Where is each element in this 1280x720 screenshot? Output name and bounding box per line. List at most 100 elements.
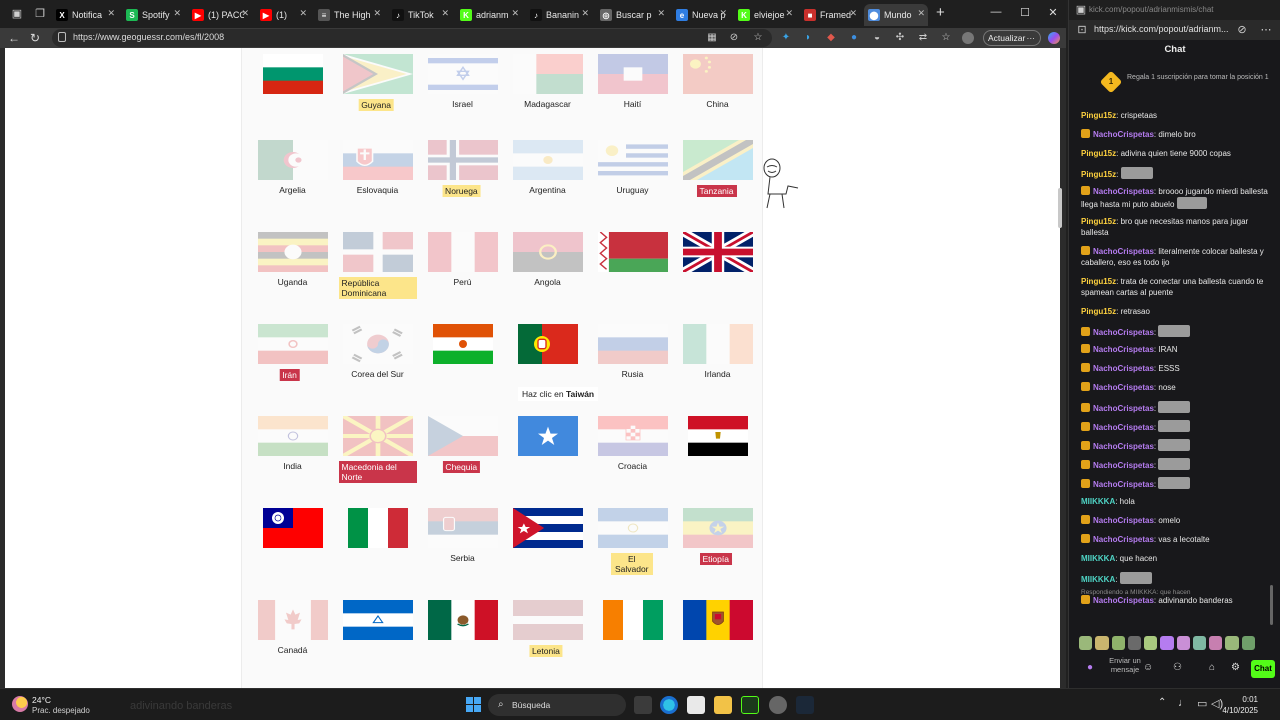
tab-close-icon[interactable]: ✕ bbox=[657, 8, 665, 19]
flag-card-italy[interactable] bbox=[330, 506, 415, 598]
maximize-icon[interactable]: ☐ bbox=[1018, 6, 1032, 19]
page-scrollbar[interactable] bbox=[1058, 188, 1062, 228]
flag-card-peru[interactable]: Perú bbox=[415, 230, 500, 322]
extensions-puzzle-icon[interactable]: ✣ bbox=[894, 32, 906, 44]
emote-icon[interactable] bbox=[1209, 636, 1223, 650]
chat-message[interactable]: NachoCrispetas: ESSS bbox=[1081, 363, 1271, 374]
emote-icon[interactable] bbox=[1160, 636, 1174, 650]
clock-date[interactable]: 4/10/2025 bbox=[1214, 706, 1258, 715]
tab-close-icon[interactable]: ✕ bbox=[241, 8, 249, 19]
tab-close-icon[interactable]: ✕ bbox=[917, 8, 925, 19]
chat-message[interactable]: NachoCrispetas: bbox=[1081, 325, 1271, 338]
flag-card-uruguay[interactable]: Uruguay bbox=[585, 138, 670, 230]
chat-message[interactable]: Pingu15z: trata de conectar una ballesta… bbox=[1081, 276, 1271, 298]
tab-spotify[interactable]: S Spotify ✕ bbox=[122, 4, 184, 26]
tray-expand-icon[interactable]: ⌃ bbox=[1158, 697, 1166, 708]
extension-icon[interactable]: ◒ bbox=[871, 32, 883, 44]
emote-icon[interactable] bbox=[1144, 636, 1158, 650]
weather-icon[interactable] bbox=[12, 696, 28, 712]
app-taskbar-icon[interactable] bbox=[769, 696, 787, 714]
chat-message[interactable]: NachoCrispetas: dimelo bro bbox=[1081, 129, 1271, 140]
copilot-icon[interactable] bbox=[1048, 32, 1060, 44]
close-window-icon[interactable]: ✕ bbox=[1046, 6, 1060, 19]
weather-description[interactable]: Prac. despejado bbox=[32, 706, 90, 715]
tab-close-icon[interactable]: ✕ bbox=[719, 8, 727, 19]
flag-card-guyana[interactable]: Guyana bbox=[330, 52, 415, 144]
flag-card-china[interactable]: China bbox=[670, 52, 755, 144]
chat-message[interactable]: NachoCrispetas: bbox=[1081, 401, 1271, 414]
steam-taskbar-icon[interactable] bbox=[796, 696, 814, 714]
chat-username[interactable]: NachoCrispetas bbox=[1093, 480, 1154, 489]
flag-card-somalia[interactable] bbox=[500, 414, 585, 506]
chat-username[interactable]: Pingu15z bbox=[1081, 217, 1116, 226]
chat-username[interactable]: NachoCrispetas bbox=[1093, 461, 1154, 470]
flag-card-india[interactable]: India bbox=[245, 414, 330, 506]
favorites-icon[interactable]: ☆ bbox=[940, 32, 952, 44]
tab-edge[interactable]: e Nueva p ✕ bbox=[672, 4, 730, 26]
chat-message[interactable]: NachoCrispetas: bbox=[1081, 420, 1271, 433]
flag-card-nicaragua[interactable] bbox=[330, 598, 415, 688]
chat-message[interactable]: MIIKKKA: hola bbox=[1081, 496, 1271, 507]
minimize-icon[interactable]: — bbox=[989, 6, 1003, 18]
tracking-icon[interactable]: ⊘ bbox=[1235, 23, 1249, 37]
reader-view-icon[interactable]: ▦ bbox=[706, 32, 718, 44]
tab-youtube[interactable]: ▶ (1) ✕ bbox=[256, 4, 310, 26]
emote-icon[interactable] bbox=[1127, 636, 1142, 650]
emote-icon[interactable] bbox=[1176, 636, 1190, 650]
flag-card-northmacedonia[interactable]: Macedonia del Norte bbox=[330, 414, 417, 506]
split-screen-icon[interactable]: ⇄ bbox=[917, 32, 929, 44]
extension-icon[interactable]: ✦ bbox=[780, 32, 792, 44]
chat-username[interactable]: MIIKKKA bbox=[1081, 575, 1115, 584]
chat-message[interactable]: Pingu15z: bbox=[1081, 167, 1271, 180]
tab-x[interactable]: X Notifica ✕ bbox=[52, 4, 118, 26]
address-bar[interactable]: https://www.geoguessr.com/es/fl/2008 bbox=[52, 29, 772, 47]
tab-globe[interactable]: ◎ Buscar p ✕ bbox=[596, 4, 668, 26]
chat-message[interactable]: NachoCrispetas: literalmente colocar bal… bbox=[1081, 246, 1271, 268]
flag-card-latvia[interactable]: Letonia bbox=[500, 598, 585, 688]
tab-close-icon[interactable]: ✕ bbox=[441, 8, 449, 19]
task-view-icon[interactable] bbox=[634, 696, 652, 714]
chat-username[interactable]: MIIKKKA bbox=[1081, 554, 1115, 563]
emote-icon[interactable] bbox=[1225, 636, 1239, 650]
extension-icon[interactable]: ◗ bbox=[802, 32, 814, 44]
chat-username[interactable]: Pingu15z bbox=[1081, 277, 1116, 286]
more-icon[interactable]: ⋯ bbox=[1259, 23, 1273, 37]
chat-username[interactable]: NachoCrispetas bbox=[1093, 187, 1154, 196]
chat-username[interactable]: Pingu15z bbox=[1081, 170, 1116, 179]
tab-close-icon[interactable]: ✕ bbox=[849, 8, 857, 19]
flag-card-moldova[interactable] bbox=[670, 598, 755, 688]
tab-kick[interactable]: Kadrianm ✕ bbox=[456, 4, 522, 26]
flag-card-uk[interactable] bbox=[670, 230, 755, 322]
mic-tray-icon[interactable]: ♩ bbox=[1178, 697, 1189, 709]
flag-card-niger[interactable] bbox=[415, 322, 500, 414]
chat-message[interactable]: NachoCrispetas: bbox=[1081, 458, 1271, 471]
chat-username[interactable]: NachoCrispetas bbox=[1093, 345, 1154, 354]
settings-gear-icon[interactable]: ⚙ bbox=[1231, 662, 1240, 673]
emote-icon[interactable] bbox=[1095, 636, 1109, 650]
chat-message[interactable]: NachoCrispetas: bbox=[1081, 439, 1271, 452]
chat-message[interactable]: NachoCrispetas: IRAN bbox=[1081, 344, 1271, 355]
chat-username[interactable]: MIIKKKA bbox=[1081, 497, 1115, 506]
favorite-star-icon[interactable]: ☆ bbox=[752, 32, 764, 44]
extension-icon[interactable]: ◆ bbox=[825, 32, 837, 44]
chat-message[interactable]: Pingu15z: crispetaas bbox=[1081, 110, 1271, 121]
flag-card-dominicanrepublic[interactable]: República Dominicana bbox=[330, 230, 417, 322]
tab-generic[interactable]: ≡ The High ✕ bbox=[314, 4, 384, 26]
flag-card-haiti[interactable]: Haití bbox=[585, 52, 670, 144]
reload-icon[interactable]: ↻ bbox=[30, 31, 40, 45]
taskbar-search[interactable]: ⌕ Búsqueda bbox=[488, 694, 626, 716]
new-tab-button[interactable]: + bbox=[936, 5, 945, 20]
flag-card-madagascar[interactable]: Madagascar bbox=[500, 52, 585, 144]
chat-message[interactable]: NachoCrispetas: vas a lecotalte bbox=[1081, 534, 1271, 545]
clock-time[interactable]: 0:01 bbox=[1222, 695, 1258, 704]
flag-card-taiwan[interactable] bbox=[245, 506, 330, 598]
tab-close-icon[interactable]: ✕ bbox=[299, 8, 307, 19]
emote-icon[interactable] bbox=[1241, 636, 1255, 650]
flag-card-elsalvador[interactable]: El Salvador bbox=[585, 506, 670, 598]
flag-card-ireland[interactable]: Irlanda bbox=[670, 322, 755, 414]
tracking-icon[interactable]: ⊘ bbox=[728, 32, 740, 44]
chat-username[interactable]: NachoCrispetas bbox=[1093, 423, 1154, 432]
flag-card-southkorea[interactable]: Corea del Sur bbox=[330, 322, 415, 414]
flag-card-bulgaria[interactable] bbox=[245, 52, 330, 144]
flag-card-tanzania[interactable]: Tanzania bbox=[670, 138, 755, 230]
